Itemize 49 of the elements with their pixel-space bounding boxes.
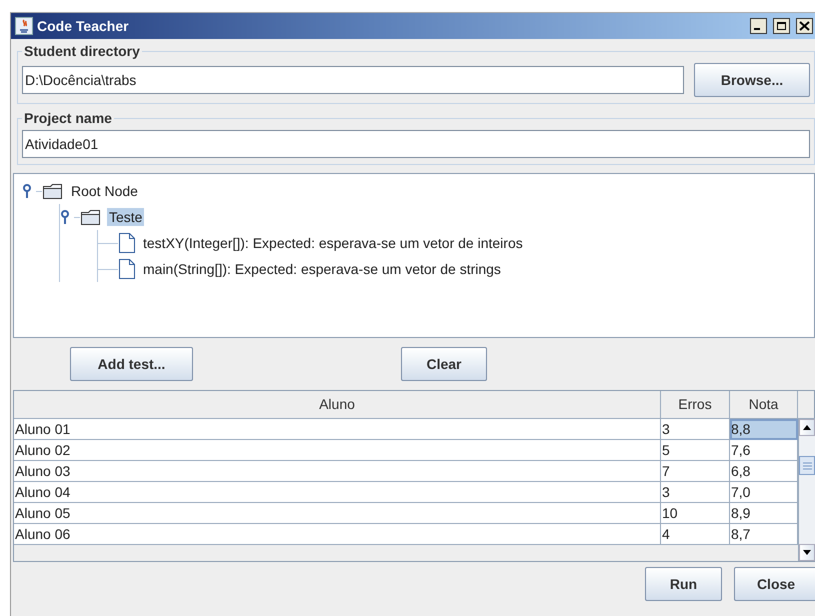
scroll-down-button[interactable] <box>799 544 815 561</box>
window-title: Code Teacher <box>37 18 130 34</box>
table-cell: 7,6 <box>730 440 798 461</box>
tree-node[interactable]: Root Node <box>69 182 140 200</box>
tree-node[interactable]: main(String[]): Expected: esperava-se um vetor de strings <box>141 260 503 278</box>
file-icon <box>118 232 136 254</box>
browse-button[interactable]: Browse... <box>694 63 810 97</box>
table-cell: 7,0 <box>730 482 798 503</box>
table-cell: 6,8 <box>730 461 798 482</box>
cup-icon <box>15 17 33 35</box>
table-cell: 5 <box>661 440 730 461</box>
down-arrow-icon <box>802 549 812 556</box>
close-icon <box>799 21 810 31</box>
maximize-button[interactable] <box>773 18 790 34</box>
group-label: Project name <box>23 110 113 126</box>
table-cell: Aluno 01 <box>14 419 661 440</box>
clear-button[interactable]: Clear <box>401 347 487 381</box>
table-cell: Aluno 03 <box>14 461 661 482</box>
table-cell: Aluno 06 <box>14 524 661 545</box>
minimize-icon <box>754 28 760 30</box>
table-cell: Aluno 05 <box>14 503 661 524</box>
text-field[interactable]: Atividade01 <box>22 130 810 158</box>
tree-node[interactable]: Teste <box>107 208 144 226</box>
table-cell: Aluno 04 <box>14 482 661 503</box>
grip-icon <box>802 462 812 470</box>
folder-icon <box>80 208 102 226</box>
scrollbar-thumb[interactable] <box>799 456 815 475</box>
text-field[interactable]: D:\Docência\trabs <box>22 66 684 94</box>
add-test-button[interactable]: Add test... <box>70 347 193 381</box>
scroll-up-button[interactable] <box>799 419 815 436</box>
close-button[interactable]: Close <box>734 567 815 601</box>
tree-node[interactable]: testXY(Integer[]): Expected: esperava-se um vetor de inteiros <box>141 234 525 252</box>
table-cell: 3 <box>661 482 730 503</box>
file-icon <box>118 258 136 280</box>
table-cell: 4 <box>661 524 730 545</box>
maximize-icon <box>776 21 787 31</box>
minimize-button[interactable] <box>750 18 767 34</box>
folder-icon <box>42 182 64 200</box>
table-cell: 8,8 <box>730 419 798 440</box>
close-button[interactable] <box>796 18 813 34</box>
up-arrow-icon <box>802 424 812 431</box>
table-cell: 3 <box>661 419 730 440</box>
table-cell: Aluno 02 <box>14 440 661 461</box>
table-cell: 10 <box>661 503 730 524</box>
run-button[interactable]: Run <box>645 567 722 601</box>
table-cell: 8,7 <box>730 524 798 545</box>
table-cell: 8,9 <box>730 503 798 524</box>
table-cell: 7 <box>661 461 730 482</box>
group-label: Student directory <box>23 43 141 59</box>
